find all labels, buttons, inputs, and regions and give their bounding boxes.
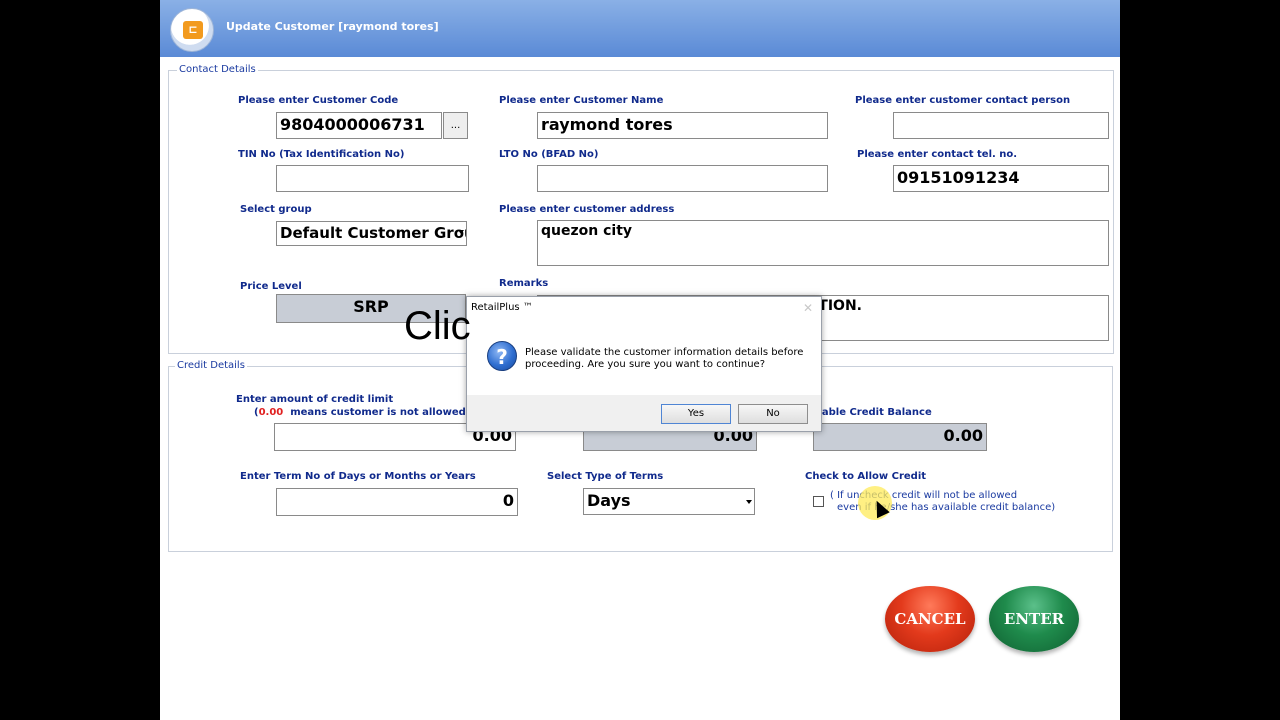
contact-person-input[interactable] bbox=[893, 112, 1109, 139]
address-label: Please enter customer address bbox=[499, 204, 675, 215]
remarks-label: Remarks bbox=[499, 278, 549, 289]
lto-label: LTO No (BFAD No) bbox=[499, 149, 599, 160]
customer-code-input[interactable]: 9804000006731 bbox=[276, 112, 442, 139]
dialog-body: ? Please validate the customer informati… bbox=[467, 319, 821, 395]
available-credit-field: 0.00 bbox=[813, 423, 987, 451]
group-select-value: Default Customer Grou bbox=[280, 224, 467, 242]
allow-credit-label: Check to Allow Credit bbox=[805, 471, 927, 482]
term-input[interactable]: 0 bbox=[276, 488, 518, 516]
lto-input[interactable] bbox=[537, 165, 828, 192]
dialog-close-icon[interactable]: ✕ bbox=[803, 301, 813, 315]
tin-label: TIN No (Tax Identification No) bbox=[238, 149, 405, 160]
dialog-title: RetailPlus ™ bbox=[467, 297, 821, 319]
customer-code-label: Please enter Customer Code bbox=[238, 95, 399, 106]
available-credit-label: ilable Credit Balance bbox=[815, 407, 932, 418]
group-label: Select group bbox=[240, 204, 312, 215]
term-type-label: Select Type of Terms bbox=[547, 471, 664, 482]
title-bar: ⊏ Update Customer [raymond tores] bbox=[160, 0, 1120, 57]
address-input[interactable]: quezon city bbox=[537, 220, 1109, 266]
contact-person-label: Please enter customer contact person bbox=[855, 95, 1071, 106]
dialog-yes-button[interactable]: Yes bbox=[661, 404, 731, 424]
contact-tel-input[interactable]: 09151091234 bbox=[893, 165, 1109, 192]
price-level-label: Price Level bbox=[240, 281, 302, 292]
window-title: Update Customer [raymond tores] bbox=[226, 20, 439, 33]
term-label: Enter Term No of Days or Months or Years bbox=[240, 471, 476, 482]
credit-limit-hint: (0.00 means customer is not allowed fo bbox=[254, 407, 481, 418]
term-type-value: Days bbox=[587, 491, 631, 510]
allow-credit-checkbox[interactable] bbox=[813, 496, 824, 507]
dialog-no-button[interactable]: No bbox=[738, 404, 808, 424]
chevron-down-icon bbox=[458, 230, 464, 234]
customer-name-label: Please enter Customer Name bbox=[499, 95, 664, 106]
credit-limit-label: Enter amount of credit limit bbox=[236, 394, 394, 405]
question-icon: ? bbox=[487, 341, 517, 371]
credit-details-legend: Credit Details bbox=[175, 360, 247, 371]
tutorial-caption: Clic bbox=[404, 304, 471, 348]
credit-limit-hint-text: means customer is not allowed fo bbox=[290, 407, 481, 418]
contact-tel-label: Please enter contact tel. no. bbox=[857, 149, 1018, 160]
tin-input[interactable] bbox=[276, 165, 469, 192]
customer-name-input[interactable]: raymond tores bbox=[537, 112, 828, 139]
credit-limit-hint-value: 0.00 bbox=[258, 407, 284, 418]
cancel-button[interactable]: CANCEL bbox=[885, 586, 975, 652]
confirm-dialog: RetailPlus ™ ✕ ? Please validate the cus… bbox=[466, 296, 822, 432]
contact-details-legend: Contact Details bbox=[177, 64, 258, 75]
customer-code-browse-button[interactable]: ... bbox=[443, 112, 468, 139]
group-select[interactable]: Default Customer Grou bbox=[276, 221, 467, 246]
enter-button[interactable]: ENTER bbox=[989, 586, 1079, 652]
dialog-message: Please validate the customer information… bbox=[525, 347, 804, 370]
chevron-down-icon bbox=[746, 500, 752, 504]
term-type-select[interactable]: Days bbox=[583, 488, 755, 515]
app-logo-icon: ⊏ bbox=[170, 8, 214, 52]
